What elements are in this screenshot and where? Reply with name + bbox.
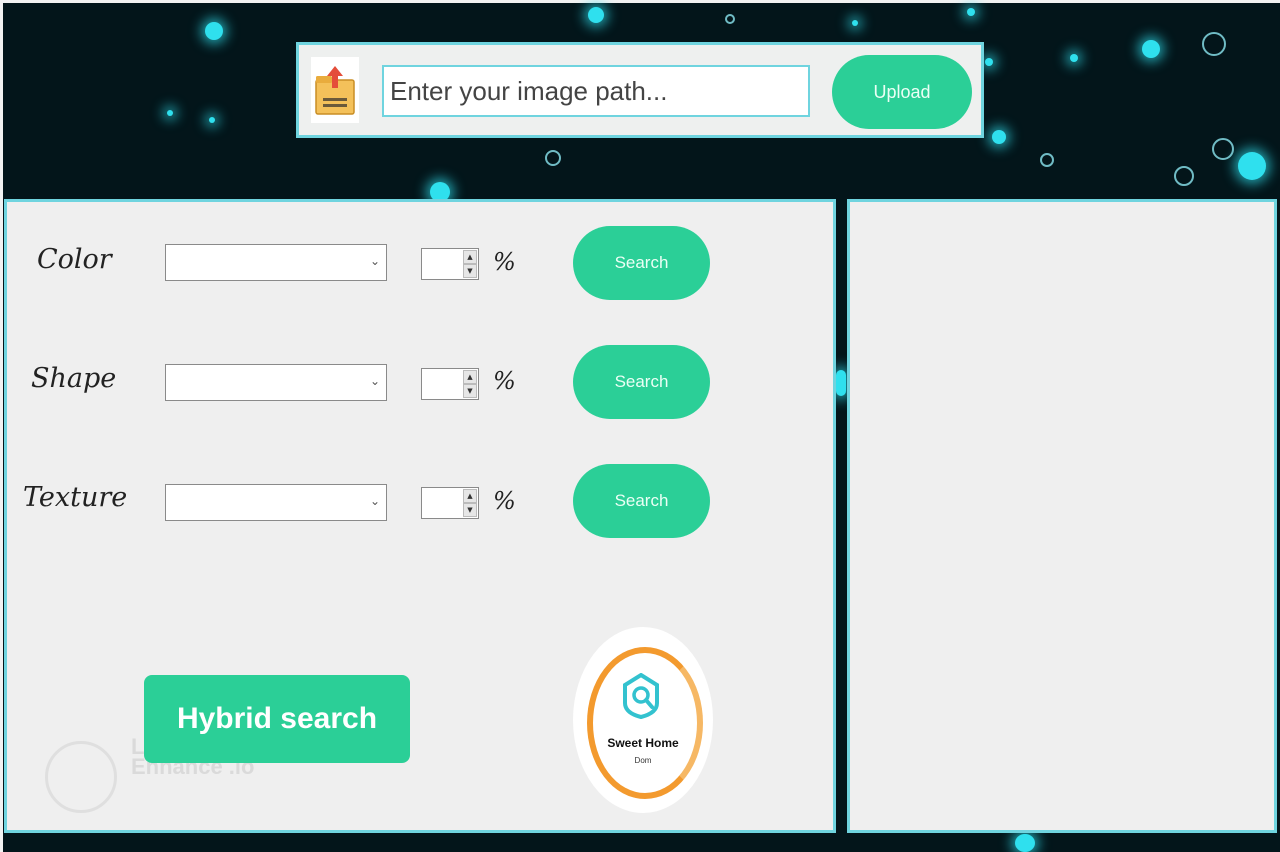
bokeh-ring <box>1174 166 1194 186</box>
folder-upload-icon[interactable] <box>311 57 359 123</box>
logo-ring <box>587 647 703 799</box>
spin-down-icon[interactable]: ▼ <box>463 264 477 278</box>
bokeh-ring <box>1212 138 1234 160</box>
bokeh-dot <box>205 22 223 40</box>
bokeh-dot <box>836 370 846 396</box>
color-label: Color <box>37 244 112 275</box>
bokeh-dot <box>209 117 215 123</box>
texture-percent-unit: % <box>493 487 516 515</box>
bokeh-dot <box>967 8 975 16</box>
logo-title: Sweet Home <box>607 736 679 750</box>
image-path-input[interactable] <box>382 65 810 117</box>
window-frame-left <box>0 0 3 852</box>
texture-select[interactable]: ⌄ <box>165 484 387 521</box>
spin-down-icon[interactable]: ▼ <box>463 503 477 517</box>
bokeh-dot <box>1070 54 1078 62</box>
spin-up-icon[interactable]: ▲ <box>463 250 477 264</box>
spin-up-icon[interactable]: ▲ <box>463 370 477 384</box>
bokeh-dot <box>992 130 1006 144</box>
chevron-down-icon: ⌄ <box>369 494 380 508</box>
window-frame-top <box>0 0 1280 3</box>
shape-percent-spinbox[interactable]: ▲ ▼ <box>421 368 479 400</box>
texture-percent-spinbox[interactable]: ▲ ▼ <box>421 487 479 519</box>
bokeh-dot <box>588 7 604 23</box>
bokeh-dot <box>1142 40 1160 58</box>
chevron-down-icon: ⌄ <box>369 374 380 388</box>
color-percent-unit: % <box>493 248 516 276</box>
spin-arrows[interactable]: ▲ ▼ <box>463 370 477 398</box>
bokeh-ring <box>545 150 561 166</box>
texture-search-button[interactable]: Search <box>573 464 710 538</box>
app-logo: Sweet Home Dom <box>573 627 713 813</box>
shape-search-button[interactable]: Search <box>573 345 710 419</box>
color-percent-spinbox[interactable]: ▲ ▼ <box>421 248 479 280</box>
spin-arrows[interactable]: ▲ ▼ <box>463 489 477 517</box>
bokeh-dot <box>1238 152 1266 180</box>
bokeh-ring <box>1040 153 1054 167</box>
logo-subtitle: Dom <box>634 756 652 765</box>
upload-button[interactable]: Upload <box>832 55 972 129</box>
shape-percent-unit: % <box>493 367 516 395</box>
color-search-button[interactable]: Search <box>573 226 710 300</box>
results-panel <box>847 199 1277 833</box>
bokeh-dot <box>852 20 858 26</box>
chevron-down-icon: ⌄ <box>369 254 380 268</box>
shape-select[interactable]: ⌄ <box>165 364 387 401</box>
bokeh-dot <box>1015 834 1035 852</box>
house-search-icon <box>623 673 659 719</box>
spin-arrows[interactable]: ▲ ▼ <box>463 250 477 278</box>
bokeh-ring <box>725 14 735 24</box>
watermark-circle-icon <box>45 741 117 813</box>
color-select[interactable]: ⌄ <box>165 244 387 281</box>
texture-label: Texture <box>23 482 128 513</box>
bokeh-dot <box>167 110 173 116</box>
shape-label: Shape <box>31 363 117 394</box>
spin-down-icon[interactable]: ▼ <box>463 384 477 398</box>
spin-up-icon[interactable]: ▲ <box>463 489 477 503</box>
search-panel: Color ⌄ ▲ ▼ % Search Shape ⌄ ▲ ▼ % Searc… <box>4 199 836 833</box>
bokeh-ring <box>1202 32 1226 56</box>
bokeh-dot <box>985 58 993 66</box>
hybrid-search-button[interactable]: Hybrid search <box>144 675 410 763</box>
upload-bar: Upload <box>296 42 984 138</box>
